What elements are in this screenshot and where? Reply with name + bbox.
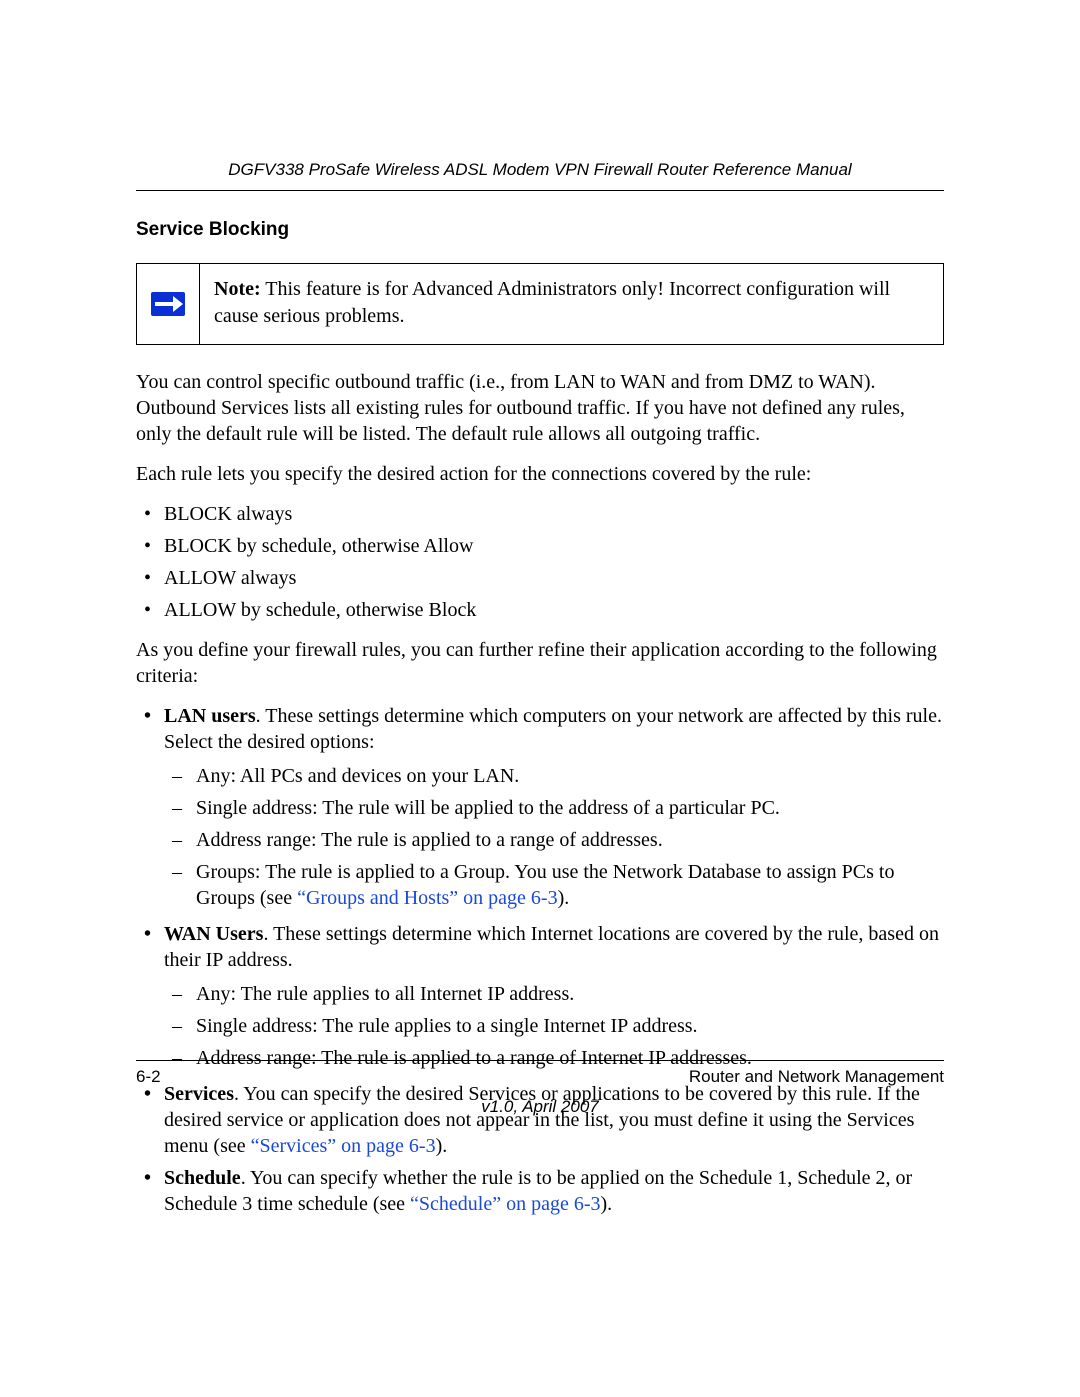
list-item: Any: All PCs and devices on your LAN. (196, 763, 944, 789)
desc-lan-users: . These settings determine which compute… (164, 705, 942, 753)
term-wan-users: WAN Users (164, 923, 263, 945)
link-services[interactable]: “Services” on page 6-3 (251, 1135, 436, 1157)
services-text-post: ). (436, 1135, 448, 1157)
document-page: DGFV338 ProSafe Wireless ADSL Modem VPN … (0, 0, 1080, 1397)
list-item: ALLOW by schedule, otherwise Block (164, 597, 944, 623)
wan-options: Any: The rule applies to all Internet IP… (164, 981, 944, 1071)
list-item: Groups: The rule is applied to a Group. … (196, 859, 944, 911)
footer-rule (136, 1060, 944, 1061)
page-number: 6-2 (136, 1067, 161, 1087)
criteria-wan: WAN Users. These settings determine whic… (164, 921, 944, 1071)
list-item: Single address: The rule will be applied… (196, 795, 944, 821)
note-box: Note: This feature is for Advanced Admin… (136, 263, 944, 345)
criteria-lan: LAN users. These settings determine whic… (164, 703, 944, 911)
list-item: BLOCK by schedule, otherwise Allow (164, 533, 944, 559)
arrow-right-icon (151, 292, 185, 316)
list-item: ALLOW always (164, 565, 944, 591)
actions-list: BLOCK always BLOCK by schedule, otherwis… (136, 501, 944, 623)
note-body: This feature is for Advanced Administrat… (214, 278, 890, 327)
desc-wan-users: . These settings determine which Interne… (164, 923, 939, 971)
list-item: Any: The rule applies to all Internet IP… (196, 981, 944, 1007)
footer-section-name: Router and Network Management (689, 1067, 944, 1087)
note-text: Note: This feature is for Advanced Admin… (200, 264, 943, 344)
note-label: Note: (214, 278, 261, 300)
criteria-schedule: Schedule. You can specify whether the ru… (164, 1165, 944, 1217)
paragraph-intro: You can control specific outbound traffi… (136, 369, 944, 447)
paragraph-refine-lead: As you define your firewall rules, you c… (136, 637, 944, 689)
link-schedule[interactable]: “Schedule” on page 6-3 (410, 1193, 600, 1215)
term-lan-users: LAN users (164, 705, 256, 727)
footer-row: 6-2 Router and Network Management (136, 1067, 944, 1087)
footer-version: v1.0, April 2007 (136, 1097, 944, 1117)
link-groups-and-hosts[interactable]: “Groups and Hosts” on page 6-3 (297, 887, 558, 909)
running-header: DGFV338 ProSafe Wireless ADSL Modem VPN … (136, 160, 944, 191)
note-icon-cell (137, 264, 200, 344)
criteria-list: LAN users. These settings determine whic… (136, 703, 944, 1217)
paragraph-rule-lead: Each rule lets you specify the desired a… (136, 461, 944, 487)
page-footer: 6-2 Router and Network Management v1.0, … (136, 1060, 944, 1117)
list-item: Single address: The rule applies to a si… (196, 1013, 944, 1039)
groups-text-post: ). (558, 887, 570, 909)
term-schedule: Schedule (164, 1167, 241, 1189)
section-heading: Service Blocking (136, 219, 944, 241)
list-item: Address range: The rule is applied to a … (196, 827, 944, 853)
list-item: BLOCK always (164, 501, 944, 527)
lan-options: Any: All PCs and devices on your LAN. Si… (164, 763, 944, 911)
schedule-text-post: ). (601, 1193, 613, 1215)
